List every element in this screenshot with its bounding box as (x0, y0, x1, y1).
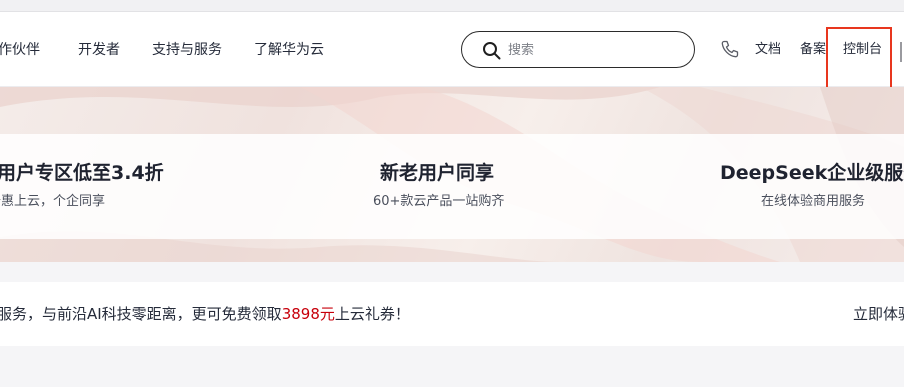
docs-link[interactable]: 文档 (755, 41, 781, 59)
notice-text: 服务，与前沿AI科技零距离，更可免费领取3898元上云礼券！ (0, 304, 410, 324)
nav-about-huawei-cloud[interactable]: 了解华为云 (254, 41, 324, 59)
promo-subtitle: 普惠上云，个企同享 (0, 194, 106, 209)
nav-divider (900, 42, 904, 62)
beian-link[interactable]: 备案 (800, 41, 826, 59)
promo-subtitle: 在线体验商用服务 (761, 194, 866, 209)
nav-developers[interactable]: 开发者 (78, 41, 120, 59)
promo-subtitle: 60+款云产品一站购齐 (373, 194, 505, 209)
notice-text-before: 服务，与前沿AI科技零距离，更可免费领取 (0, 305, 282, 323)
search-icon (483, 42, 501, 60)
top-navigation: 合作伙伴 开发者 支持与服务 了解华为云 文档 备案 控制台 (0, 12, 904, 89)
notice-text-after: 上云礼券！ (334, 305, 410, 323)
browser-top-edge (0, 0, 904, 12)
console-highlight-box (826, 27, 892, 89)
try-now-link[interactable]: 立即体验 (853, 304, 904, 324)
notice-bar: 服务，与前沿AI科技零距离，更可免费领取3898元上云礼券！ 立即体验 (0, 282, 904, 346)
coupon-amount: 3898元 (281, 305, 335, 323)
promo-title: DeepSeek企业级服务 (720, 162, 904, 184)
search-box[interactable] (461, 31, 695, 68)
nav-partners[interactable]: 合作伙伴 (0, 41, 40, 59)
search-input[interactable] (506, 38, 680, 62)
phone-icon[interactable] (720, 39, 740, 63)
nav-support-services[interactable]: 支持与服务 (152, 41, 222, 59)
promo-title: 新老用户同享 (380, 162, 495, 184)
promo-panel (0, 134, 904, 239)
promo-title: 新用户专区低至3.4折 (0, 162, 164, 184)
